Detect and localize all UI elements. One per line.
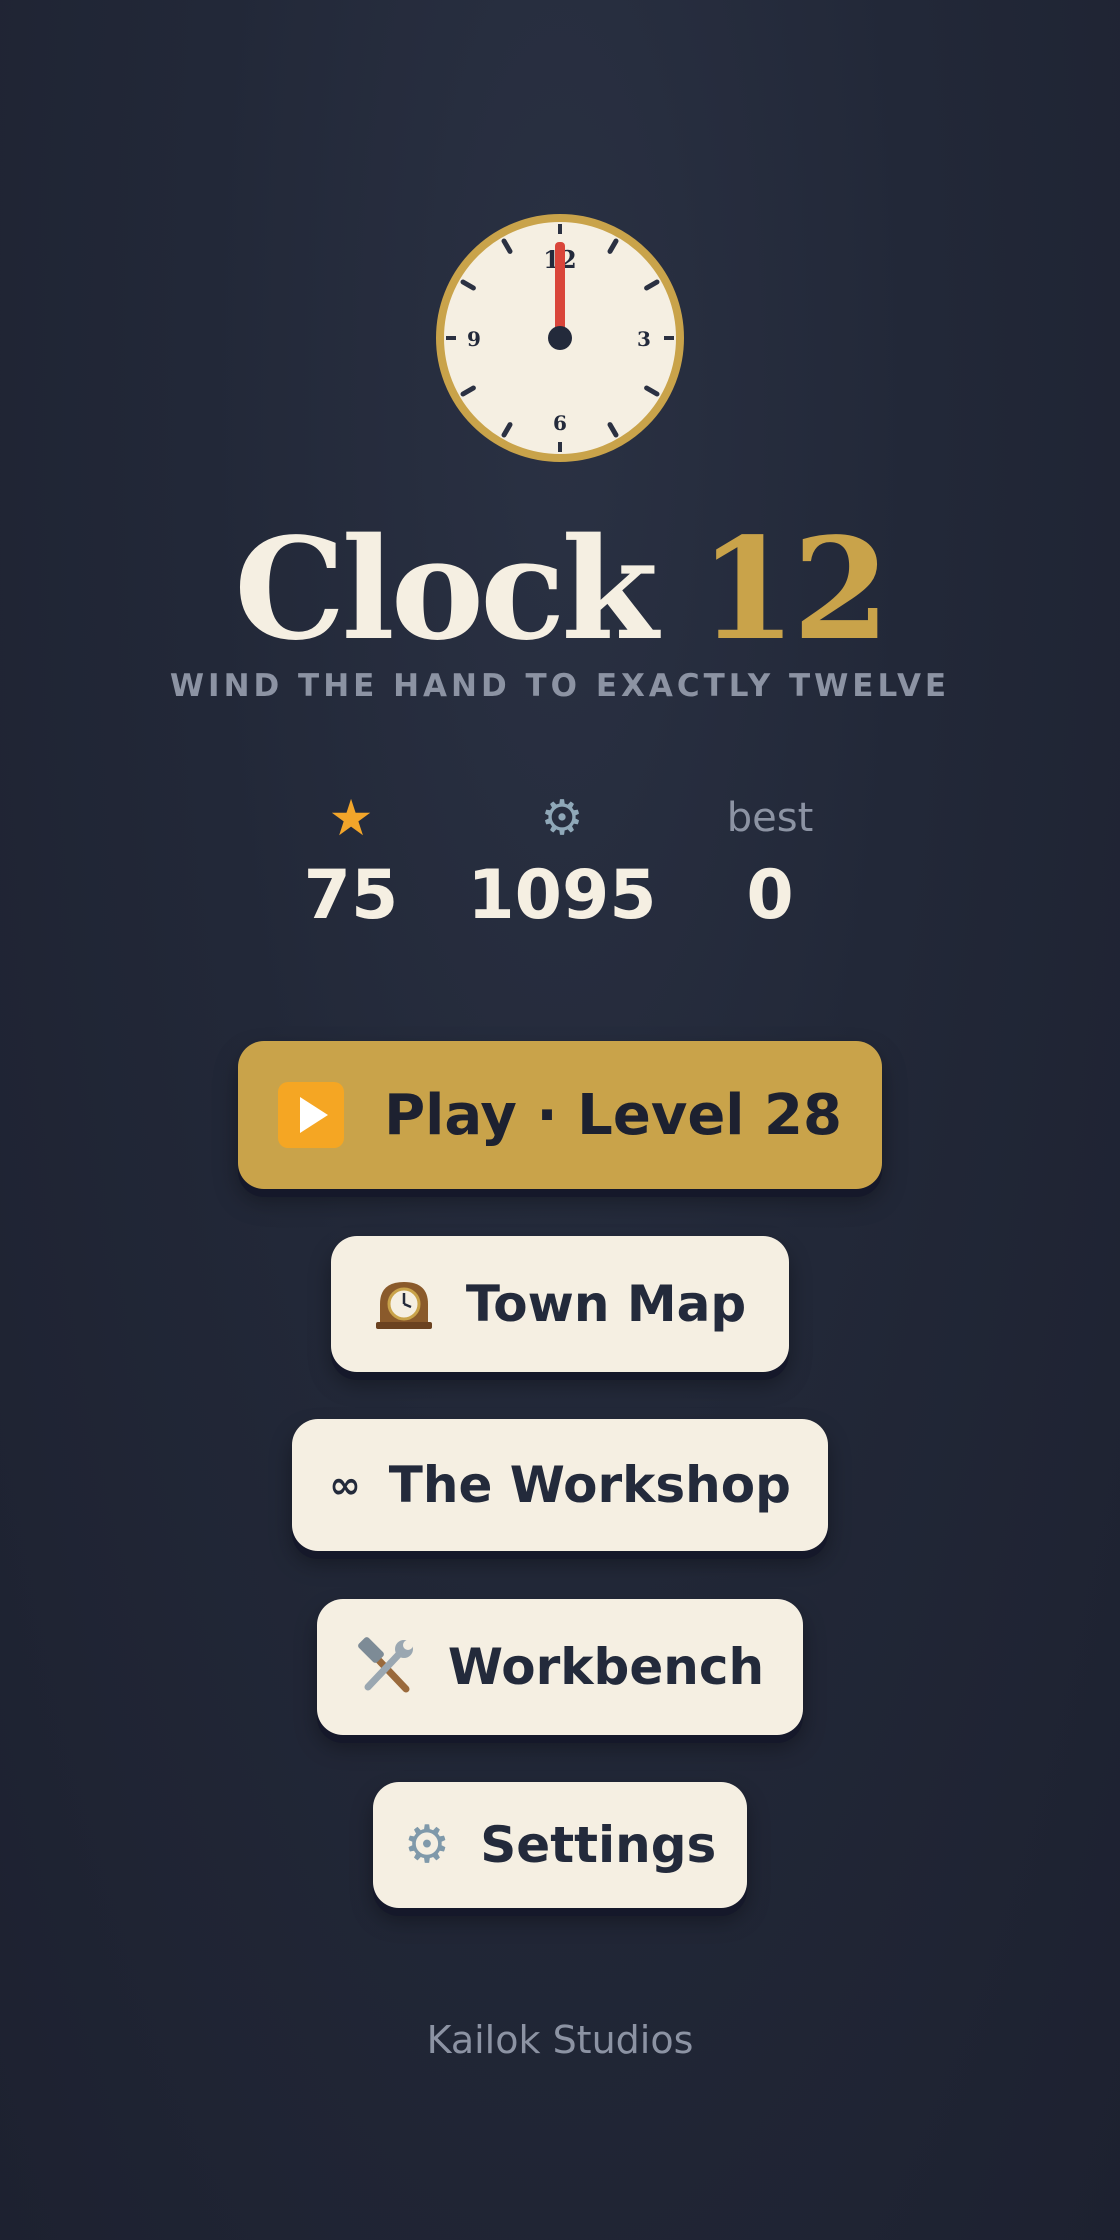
title-word: Clock bbox=[234, 508, 658, 672]
gear-icon: ⚙ bbox=[403, 1815, 451, 1875]
play-button-label: Play · Level 28 bbox=[384, 1082, 842, 1148]
game-title: Clock 12 bbox=[0, 510, 1120, 670]
workshop-button[interactable]: ∞ The Workshop bbox=[292, 1419, 828, 1551]
play-button[interactable]: Play · Level 28 bbox=[238, 1041, 882, 1189]
clock-numeral-3: 3 bbox=[637, 327, 651, 351]
stat-stars: ★ 75 bbox=[231, 790, 471, 936]
clock-numeral-9: 9 bbox=[467, 327, 481, 351]
star-icon: ★ bbox=[328, 789, 374, 847]
clock-face: 12 3 6 9 bbox=[436, 214, 684, 462]
play-icon bbox=[278, 1082, 345, 1148]
stars-count: 75 bbox=[303, 856, 399, 935]
mantel-clock-icon bbox=[374, 1278, 434, 1330]
workbench-label: Workbench bbox=[447, 1638, 765, 1696]
workshop-label: The Workshop bbox=[388, 1456, 791, 1514]
clock-numeral-6: 6 bbox=[553, 411, 567, 435]
best-label: best bbox=[726, 795, 814, 841]
settings-label: Settings bbox=[480, 1816, 717, 1874]
stat-best: best 0 bbox=[650, 790, 890, 936]
gears-count: 1095 bbox=[467, 856, 657, 935]
best-score: 0 bbox=[746, 856, 794, 935]
gear-icon: ⚙ bbox=[540, 790, 584, 846]
town-map-button[interactable]: Town Map bbox=[331, 1236, 789, 1372]
town-map-label: Town Map bbox=[465, 1275, 747, 1333]
clock-hand bbox=[555, 242, 565, 338]
studio-credit: Kailok Studios bbox=[426, 2018, 694, 2062]
game-subtitle: WIND THE HAND TO EXACTLY TWELVE bbox=[169, 668, 951, 704]
settings-button[interactable]: ⚙ Settings bbox=[373, 1782, 747, 1908]
stat-gears: ⚙ 1095 bbox=[442, 790, 682, 936]
title-number: 12 bbox=[699, 508, 890, 672]
hammer-wrench-icon bbox=[356, 1637, 416, 1697]
clock-logo: 12 3 6 9 bbox=[434, 212, 686, 464]
stats-bar: ★ 75 ⚙ 1095 best 0 bbox=[0, 790, 1120, 940]
workbench-button[interactable]: Workbench bbox=[317, 1599, 803, 1735]
clock-hub bbox=[548, 326, 572, 350]
infinity-icon: ∞ bbox=[329, 1463, 361, 1507]
